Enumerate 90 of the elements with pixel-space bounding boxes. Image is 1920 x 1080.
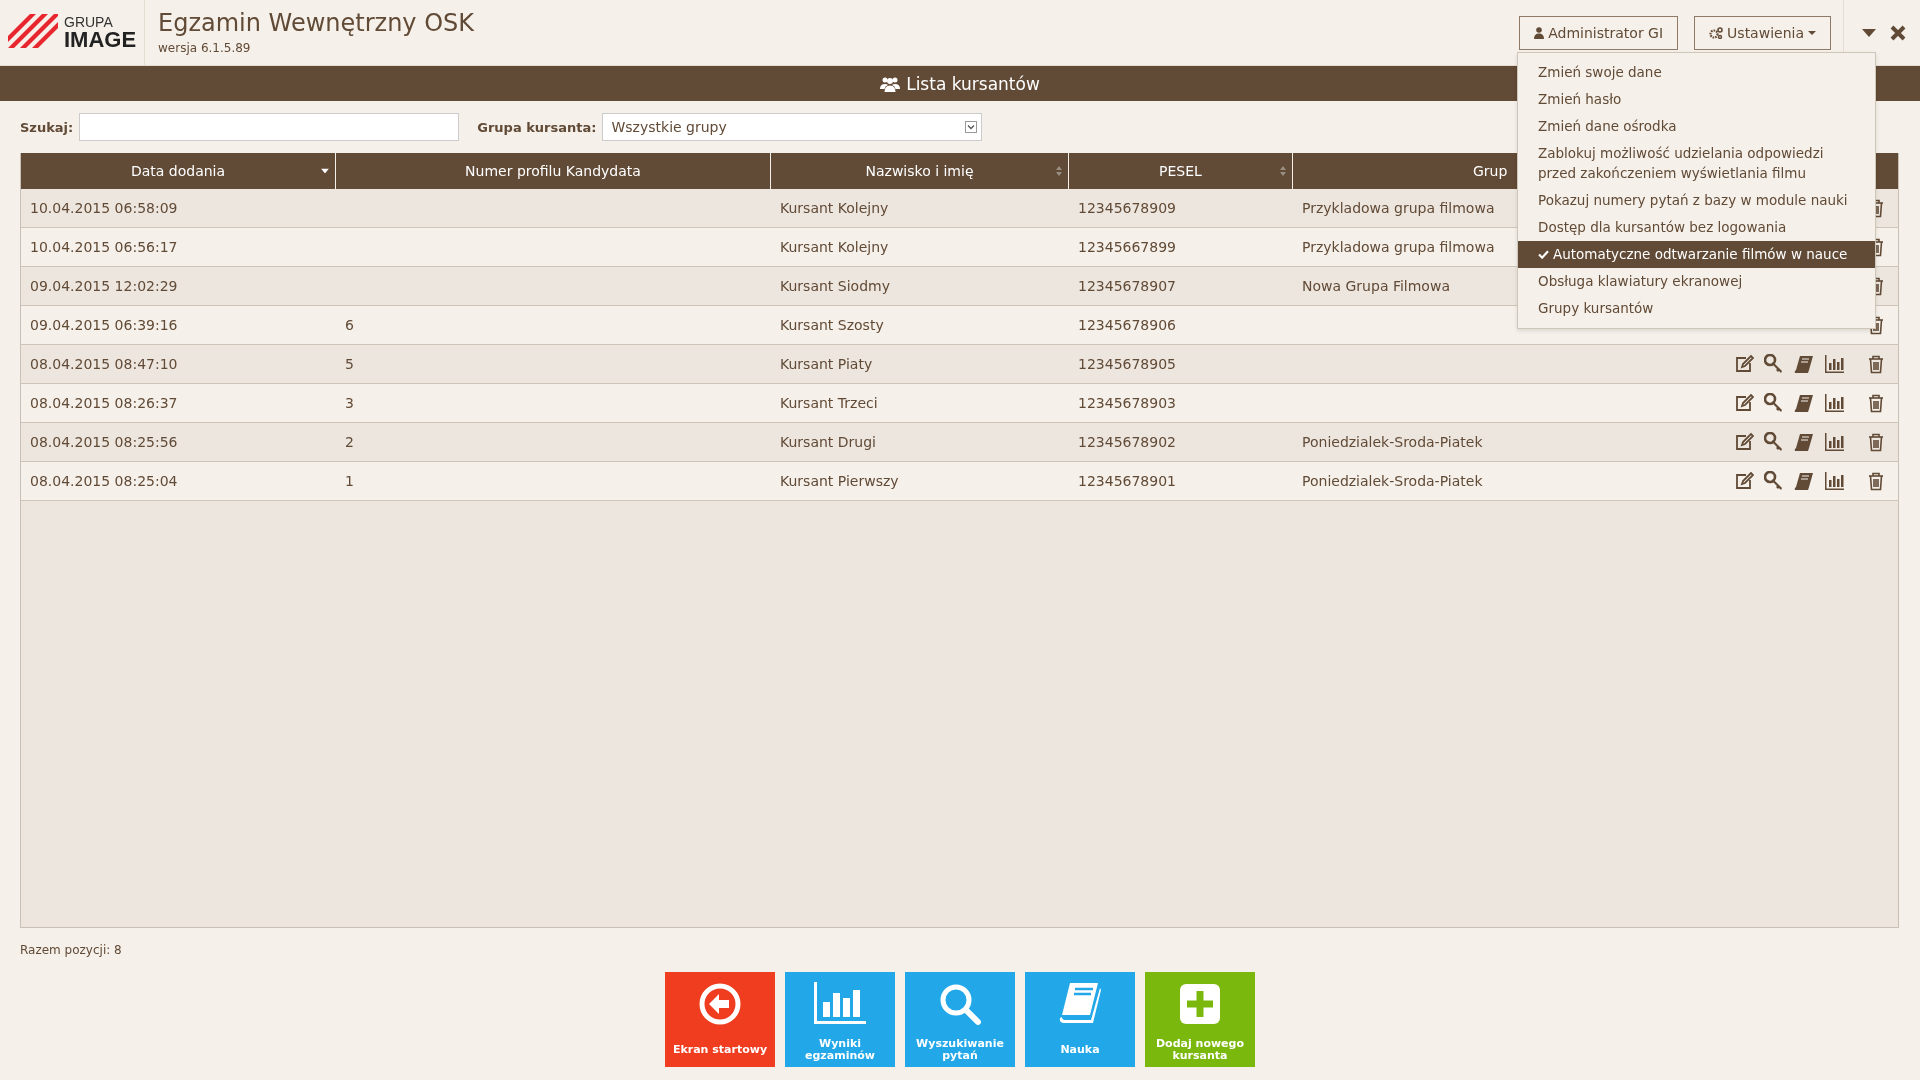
trash-icon[interactable] [1866,354,1886,374]
minimize-caret-icon[interactable] [1862,28,1876,37]
tile-button[interactable]: Ekran startowy [665,972,775,1067]
trash-icon[interactable] [1866,393,1886,413]
table-cell: Kursant Piaty [780,356,873,372]
bar-chart-icon[interactable] [1824,471,1844,491]
table-cell: 12345667899 [1078,239,1176,255]
table-cell: 08.04.2015 08:25:04 [30,473,178,489]
version-text: wersja 6.1.5.89 [158,39,252,57]
group-label: Grupa kursanta: [477,119,597,135]
table-cell: 12345678906 [1078,317,1176,333]
edit-icon[interactable] [1734,393,1754,413]
menu-item[interactable]: Dostęp dla kursantów bez logowania [1518,214,1875,241]
total-count: Razem pozycji: 8 [20,943,122,957]
table-cell: 1 [345,473,354,489]
book-icon [1058,982,1102,1026]
menu-item[interactable]: Zmień dane ośrodka [1518,113,1875,140]
table-cell: 12345678902 [1078,434,1176,450]
table-cell: 2 [345,434,354,450]
menu-item[interactable]: Zmień hasło [1518,86,1875,113]
search-field[interactable] [79,113,460,141]
bar-chart-icon[interactable] [1824,354,1844,374]
table-cell: 10.04.2015 06:56:17 [30,239,178,255]
table-cell: 08.04.2015 08:26:37 [30,395,178,411]
edit-icon[interactable] [1734,354,1754,374]
book-icon[interactable] [1794,432,1814,452]
edit-icon[interactable] [1734,471,1754,491]
sort-down-icon [321,168,329,174]
trash-icon[interactable] [1866,471,1886,491]
panel-title: Lista kursantów [906,73,1040,94]
key-icon[interactable] [1764,393,1784,413]
menu-item[interactable]: Grupy kursantów [1518,295,1875,322]
book-icon[interactable] [1794,393,1814,413]
table-cell: 6 [345,317,354,333]
table-cell: Przykladowa grupa filmowa [1302,200,1495,216]
key-icon[interactable] [1764,354,1784,374]
bar-chart-icon[interactable] [1824,393,1844,413]
table-cell: Przykladowa grupa filmowa [1302,239,1495,255]
table-cell: 12345678909 [1078,200,1176,216]
logo-text: GRUPA [64,14,114,29]
table-cell: 09.04.2015 06:39:16 [30,317,178,333]
table-cell: Poniedzialek-Sroda-Piatek [1302,434,1483,450]
dropdown-arrow-icon [965,121,978,133]
users-icon [880,75,901,92]
check-icon [1538,249,1549,259]
table-cell: 09.04.2015 12:02:29 [30,278,178,294]
menu-item[interactable]: Pokazuj numery pytań z bazy w module nauki [1518,187,1875,214]
table-cell: Kursant Siodmy [780,278,890,294]
key-icon[interactable] [1764,471,1784,491]
table-cell: 12345678903 [1078,395,1176,411]
table-cell: Kursant Pierwszy [780,473,899,489]
bar-chart-icon[interactable] [1824,432,1844,452]
group-select[interactable]: Wszystkie grupy [602,113,983,141]
table-cell: Kursant Kolejny [780,239,889,255]
trash-icon[interactable] [1866,432,1886,452]
table-cell: 3 [345,395,354,411]
table-cell: 5 [345,356,354,372]
menu-item[interactable]: Automatyczne odtwarzanie filmów w nauce [1518,241,1875,268]
close-icon[interactable] [1890,24,1906,41]
table-cell: 12345678901 [1078,473,1176,489]
sort-icon [1056,166,1062,176]
settings-button[interactable]: Ustawienia [1694,16,1831,50]
table-cell: 08.04.2015 08:25:56 [30,434,178,450]
user-icon [1534,27,1545,39]
search-icon [938,982,982,1026]
gears-icon [1709,27,1724,39]
book-icon[interactable] [1794,471,1814,491]
key-icon[interactable] [1764,432,1784,452]
search-label: Szukaj: [20,119,74,135]
table-cell: Nowa Grupa Filmowa [1302,278,1450,294]
book-icon[interactable] [1794,354,1814,374]
edit-icon[interactable] [1734,432,1754,452]
table-cell: Kursant Kolejny [780,200,889,216]
menu-item[interactable]: Obsługa klawiatury ekranowej [1518,268,1875,295]
table-cell: Kursant Drugi [780,434,876,450]
table-cell: 10.04.2015 06:58:09 [30,200,178,216]
bar-chart-icon [812,982,868,1026]
app-title: Egzamin Wewnętrzny OSK [158,7,475,38]
table-cell: 12345678907 [1078,278,1176,294]
menu-item[interactable]: Zmień swoje dane [1518,59,1875,86]
table-cell: Kursant Trzeci [780,395,878,411]
table-cell: Poniedzialek-Sroda-Piatek [1302,473,1483,489]
caret-icon [1808,31,1816,35]
logo-text: IMAGE [64,28,137,51]
table-cell: 12345678905 [1078,356,1176,372]
table-cell: 08.04.2015 08:47:10 [30,356,178,372]
sort-icon [1280,166,1286,176]
table-cell: Kursant Szosty [780,317,884,333]
add-icon [1178,982,1222,1026]
user-button[interactable]: Administrator GI [1519,16,1679,50]
